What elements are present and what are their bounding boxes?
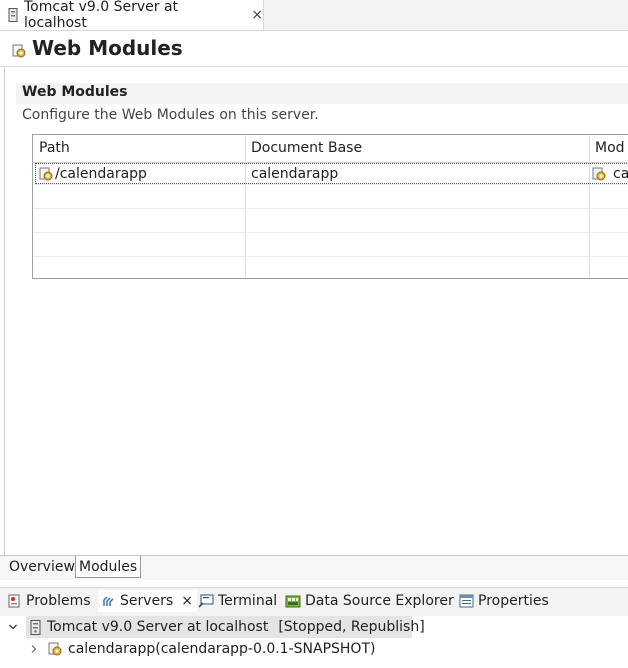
row-divider (33, 256, 628, 257)
web-module-icon (39, 167, 53, 181)
web-module-icon (12, 44, 26, 58)
servers-icon (102, 594, 116, 608)
tab-label: Problems (26, 593, 91, 609)
tab-data-source-explorer[interactable]: Data Source Explorer (285, 590, 454, 612)
server-icon (30, 619, 41, 635)
web-modules-table[interactable]: Path Document Base Mod /calendarapp cale… (32, 134, 628, 279)
column-divider (245, 135, 246, 276)
web-module-icon (592, 167, 606, 181)
cell-document-base: calendarapp (251, 166, 339, 182)
row-divider (33, 232, 628, 233)
cell-path: /calendarapp (55, 166, 147, 182)
tab-properties[interactable]: Properties (459, 590, 549, 612)
column-header-module[interactable]: Mod (589, 135, 628, 162)
page-title: Web Modules (32, 36, 183, 60)
data-source-icon (285, 594, 301, 608)
tab-label: Servers (120, 593, 174, 609)
tab-problems[interactable]: Problems (8, 590, 91, 612)
close-icon[interactable]: × (181, 593, 193, 609)
chevron-right-icon[interactable] (30, 644, 42, 654)
server-label: Tomcat v9.0 Server at localhost (47, 619, 269, 635)
server-file-icon (8, 8, 18, 22)
row-divider (33, 208, 628, 209)
server-status: [Stopped, Republish] (278, 619, 425, 635)
editor-tab[interactable]: Tomcat v9.0 Server at localhost × (0, 0, 264, 31)
tab-modules[interactable]: Modules (75, 556, 142, 578)
terminal-icon (198, 594, 214, 608)
tab-terminal[interactable]: Terminal (198, 590, 277, 612)
header-divider (0, 66, 628, 67)
tab-servers[interactable]: Servers × (98, 590, 197, 612)
chevron-down-icon[interactable] (8, 622, 22, 632)
close-icon[interactable]: × (251, 7, 263, 23)
tab-label: Data Source Explorer (305, 593, 454, 609)
tab-overview[interactable]: Overview (6, 556, 78, 578)
tree-item-server[interactable]: Tomcat v9.0 Server at localhost [Stopped… (8, 616, 425, 638)
problems-icon (8, 594, 22, 608)
tree-item-module[interactable]: calendarapp(calendarapp-0.0.1-SNAPSHOT) (30, 638, 375, 660)
column-divider (589, 135, 590, 276)
cell-module: ca (613, 166, 628, 182)
tab-label: Terminal (218, 593, 278, 609)
web-module-icon (48, 642, 62, 656)
section-description: Configure the Web Modules on this server… (22, 107, 319, 123)
module-label: calendarapp(calendarapp-0.0.1-SNAPSHOT) (68, 641, 376, 657)
editor-tab-title: Tomcat v9.0 Server at localhost (24, 0, 179, 31)
tab-label: Properties (478, 593, 549, 609)
editor-border (4, 67, 5, 555)
properties-icon (459, 594, 474, 608)
column-header-path[interactable]: Path (33, 135, 245, 162)
column-header-document-base[interactable]: Document Base (245, 135, 589, 162)
section-title: Web Modules (22, 84, 128, 100)
